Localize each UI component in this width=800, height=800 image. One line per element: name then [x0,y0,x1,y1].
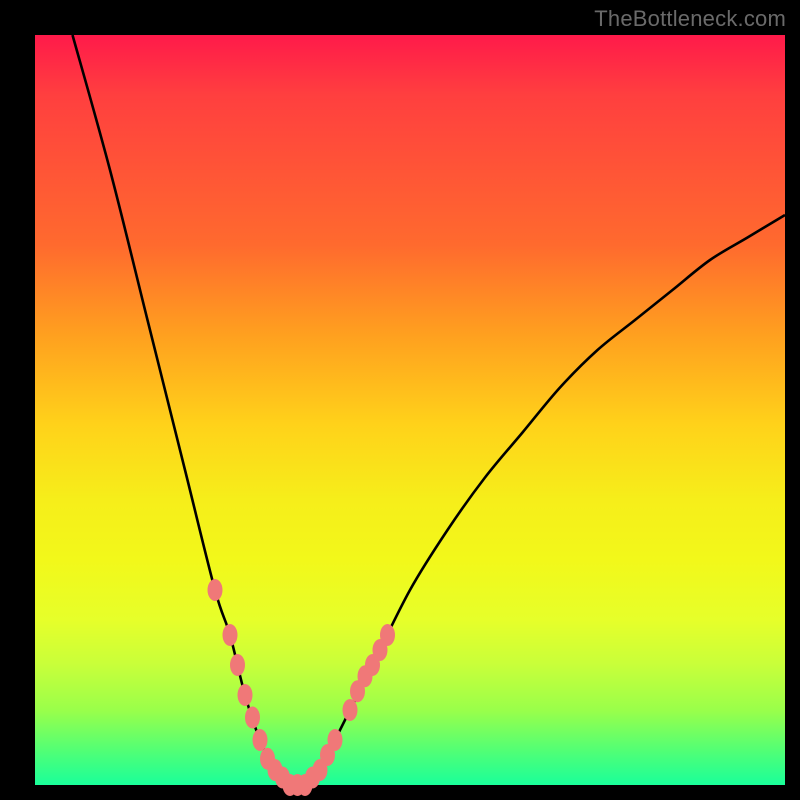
highlighted-point [223,624,238,646]
bottleneck-curve-line [73,35,786,787]
highlighted-point [245,707,260,729]
highlighted-point [208,579,223,601]
watermark-text: TheBottleneck.com [594,6,786,32]
chart-plot-area [35,35,785,785]
highlighted-point [230,654,245,676]
highlighted-point [343,699,358,721]
highlighted-point [238,684,253,706]
highlighted-point [380,624,395,646]
highlighted-point [253,729,268,751]
highlighted-points-group [208,579,396,796]
chart-frame: TheBottleneck.com [0,0,800,800]
chart-svg [35,35,785,785]
highlighted-point [328,729,343,751]
